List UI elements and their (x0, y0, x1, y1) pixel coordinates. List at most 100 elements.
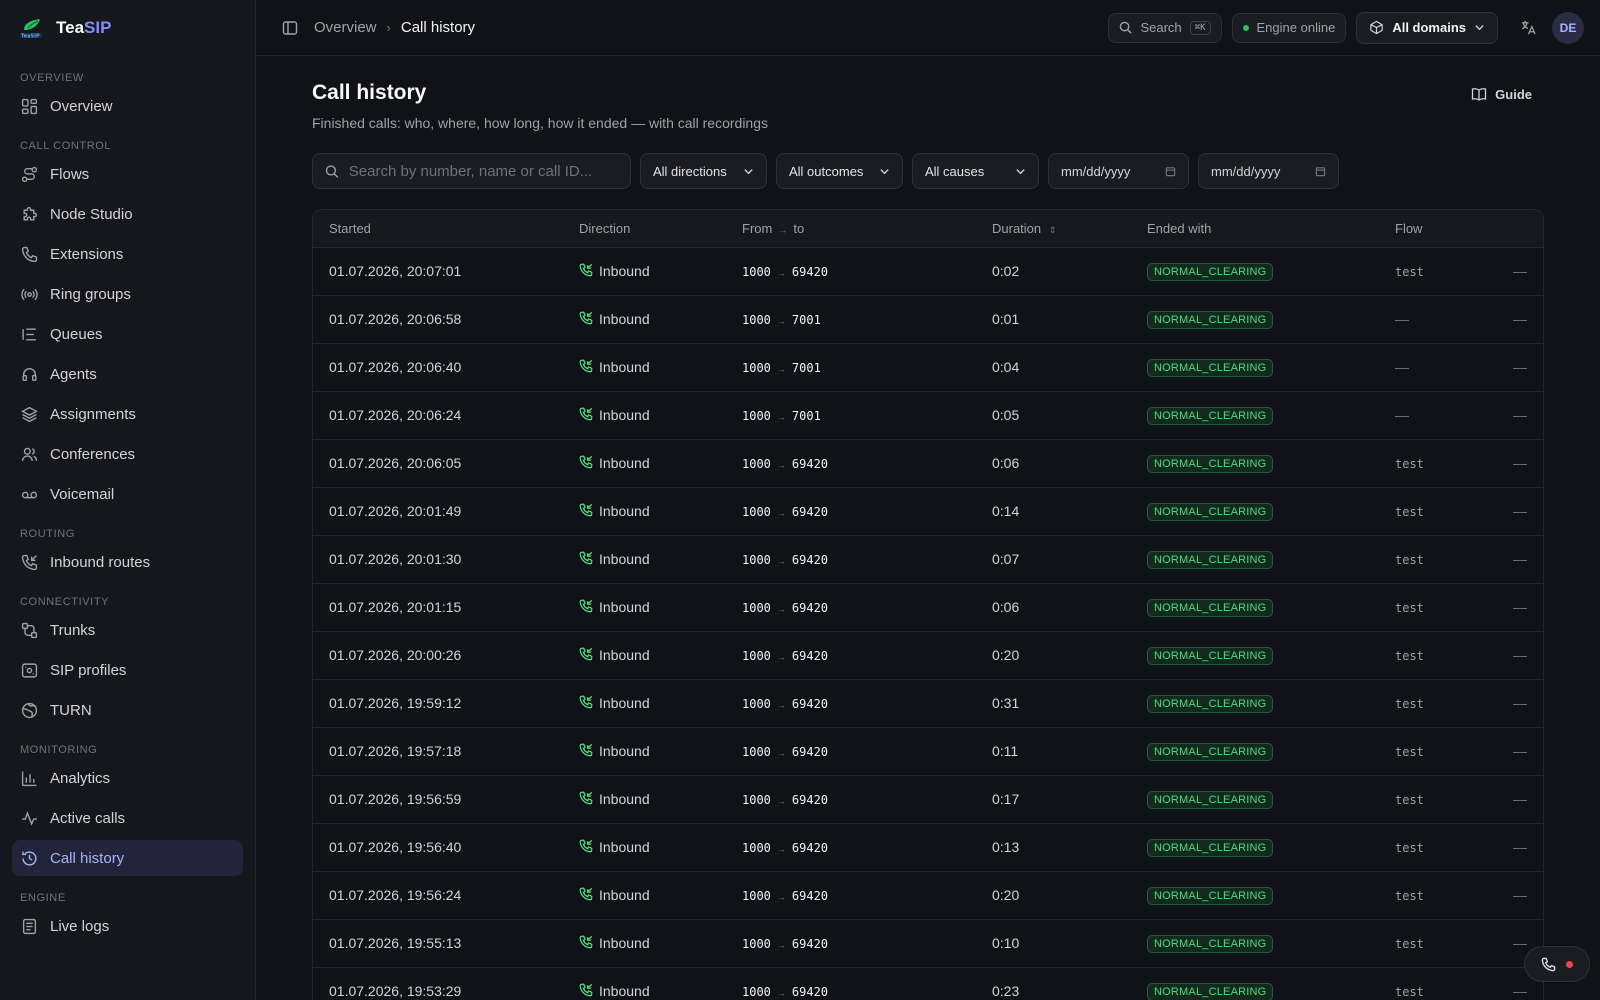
cell-direction: Inbound (563, 775, 726, 824)
sidebar-toggle-icon[interactable] (280, 18, 300, 38)
column-flow: Flow (1379, 210, 1497, 248)
sidebar-item-node-studio[interactable]: Node Studio (12, 196, 243, 232)
table-row[interactable]: 01.07.2026, 20:06:24 Inbound 1000 → 7001 0… (313, 391, 1543, 440)
calendar-icon[interactable] (1315, 166, 1326, 177)
sidebar-item-active-calls[interactable]: Active calls (12, 800, 243, 836)
table-row[interactable]: 01.07.2026, 20:07:01 Inbound 1000 → 69420 … (313, 247, 1543, 296)
sidebar-item-assignments[interactable]: Assignments (12, 396, 243, 432)
cell-flow: test (1379, 871, 1497, 920)
column-duration[interactable]: Duration ⇕ (976, 210, 1131, 248)
sidebar-item-sip-profiles[interactable]: SIP profiles (12, 652, 243, 688)
flow-name[interactable]: test (1395, 649, 1424, 663)
sidebar-item-turn[interactable]: TURN (12, 692, 243, 728)
sidebar-item-voicemail[interactable]: Voicemail (12, 476, 243, 512)
table-row[interactable]: 01.07.2026, 19:56:24 Inbound 1000 → 69420 … (313, 871, 1543, 920)
sidebar-item-live-logs[interactable]: Live logs (12, 908, 243, 944)
sidebar-item-agents[interactable]: Agents (12, 356, 243, 392)
flow-name[interactable]: test (1395, 601, 1424, 615)
flow-name[interactable]: test (1395, 745, 1424, 759)
table-row[interactable]: 01.07.2026, 19:55:13 Inbound 1000 → 69420 … (313, 919, 1543, 968)
sidebar-item-queues[interactable]: Queues (12, 316, 243, 352)
cell-direction: Inbound (563, 439, 726, 488)
flow-name[interactable]: test (1395, 889, 1424, 903)
call-search-input[interactable] (348, 162, 618, 180)
table-row[interactable]: 01.07.2026, 19:59:12 Inbound 1000 → 69420 … (313, 679, 1543, 728)
sidebar-item-inbound-routes[interactable]: Inbound routes (12, 544, 243, 580)
arrow-right-icon: → (776, 364, 786, 374)
table-row[interactable]: 01.07.2026, 20:06:40 Inbound 1000 → 7001 0… (313, 343, 1543, 392)
date-from-input[interactable]: mm/dd/yyyy (1048, 153, 1189, 189)
recording-empty: — (1513, 455, 1527, 471)
flow-name[interactable]: test (1395, 841, 1424, 855)
flow-name[interactable]: test (1395, 793, 1424, 807)
cell-duration: 0:11 (976, 727, 1131, 776)
sidebar-item-extensions[interactable]: Extensions (12, 236, 243, 272)
table-row[interactable]: 01.07.2026, 20:06:58 Inbound 1000 → 7001 0… (313, 295, 1543, 344)
flow-name[interactable]: test (1395, 553, 1424, 567)
direction-label: Inbound (599, 263, 650, 279)
sidebar-item-label: Ring groups (50, 285, 131, 303)
sidebar-item-trunks[interactable]: Trunks (12, 612, 243, 648)
global-search-button[interactable]: Search ⌘K (1108, 12, 1222, 43)
sidebar-item-label: Node Studio (50, 205, 133, 223)
date-to-input[interactable]: mm/dd/yyyy (1198, 153, 1339, 189)
flow-name[interactable]: test (1395, 985, 1424, 999)
cell-ended-with: NORMAL_CLEARING (1131, 679, 1379, 728)
translate-icon[interactable] (1514, 14, 1542, 42)
flow-name[interactable]: test (1395, 697, 1424, 711)
table-row[interactable]: 01.07.2026, 19:56:40 Inbound 1000 → 69420 … (313, 823, 1543, 872)
flow-name[interactable]: test (1395, 937, 1424, 951)
table-row[interactable]: 01.07.2026, 20:01:15 Inbound 1000 → 69420 … (313, 583, 1543, 632)
sidebar-item-conferences[interactable]: Conferences (12, 436, 243, 472)
cell-recording: — (1497, 775, 1543, 824)
flow-empty: — (1395, 359, 1409, 375)
directions-select[interactable]: All directions (640, 153, 767, 189)
search-shortcut: ⌘K (1189, 20, 1211, 35)
from-number: 1000 (742, 937, 771, 951)
table-row[interactable]: 01.07.2026, 20:00:26 Inbound 1000 → 69420 … (313, 631, 1543, 680)
table-row[interactable]: 01.07.2026, 20:01:49 Inbound 1000 → 69420 … (313, 487, 1543, 536)
cell-ended-with: NORMAL_CLEARING (1131, 247, 1379, 296)
to-number: 7001 (791, 409, 821, 423)
guide-button[interactable]: Guide (1471, 86, 1532, 102)
recording-empty: — (1513, 407, 1527, 423)
table-row[interactable]: 01.07.2026, 20:06:05 Inbound 1000 → 69420 … (313, 439, 1543, 488)
brand[interactable]: TeaSIP TeaSIP (0, 0, 255, 56)
outcomes-select[interactable]: All outcomes (776, 153, 903, 189)
table-row[interactable]: 01.07.2026, 19:53:29 Inbound 1000 → 69420 … (313, 967, 1543, 1000)
cell-recording: — (1497, 727, 1543, 776)
page-header: Call history Finished calls: who, where,… (312, 80, 1544, 131)
cell-flow: test (1379, 247, 1497, 296)
cell-started: 01.07.2026, 19:55:13 (313, 919, 563, 968)
flow-name[interactable]: test (1395, 457, 1424, 471)
sort-icon[interactable]: ⇕ (1049, 225, 1057, 235)
flow-name[interactable]: test (1395, 265, 1424, 279)
domains-selector[interactable]: All domains (1356, 11, 1498, 44)
breadcrumb-current: Call history (400, 19, 476, 36)
sidebar-item-flows[interactable]: Flows (12, 156, 243, 192)
sidebar-item-analytics[interactable]: Analytics (12, 760, 243, 796)
phone-incoming-icon (579, 503, 593, 520)
phone-incoming-icon (579, 551, 593, 568)
cell-started: 01.07.2026, 19:56:24 (313, 871, 563, 920)
flow-name[interactable]: test (1395, 505, 1424, 519)
status-badge: NORMAL_CLEARING (1147, 262, 1274, 281)
cell-flow: test (1379, 679, 1497, 728)
calendar-icon[interactable] (1165, 166, 1176, 177)
sidebar-item-call-history[interactable]: Call history (12, 840, 243, 876)
sidebar-item-overview[interactable]: Overview (12, 88, 243, 124)
cell-flow: — (1379, 343, 1497, 392)
table-row[interactable]: 01.07.2026, 20:01:30 Inbound 1000 → 69420 … (313, 535, 1543, 584)
arrow-right-icon: → (776, 796, 786, 806)
avatar[interactable]: DE (1552, 11, 1584, 44)
cell-duration: 0:31 (976, 679, 1131, 728)
to-number: 7001 (791, 313, 821, 327)
softphone-button[interactable] (1524, 946, 1590, 982)
breadcrumb-overview[interactable]: Overview (314, 19, 377, 36)
phone-icon (20, 245, 38, 263)
table-row[interactable]: 01.07.2026, 19:57:18 Inbound 1000 → 69420 … (313, 727, 1543, 776)
causes-select[interactable]: All causes (912, 153, 1039, 189)
direction-label: Inbound (599, 311, 650, 327)
sidebar-item-ring-groups[interactable]: Ring groups (12, 276, 243, 312)
table-row[interactable]: 01.07.2026, 19:56:59 Inbound 1000 → 69420 … (313, 775, 1543, 824)
